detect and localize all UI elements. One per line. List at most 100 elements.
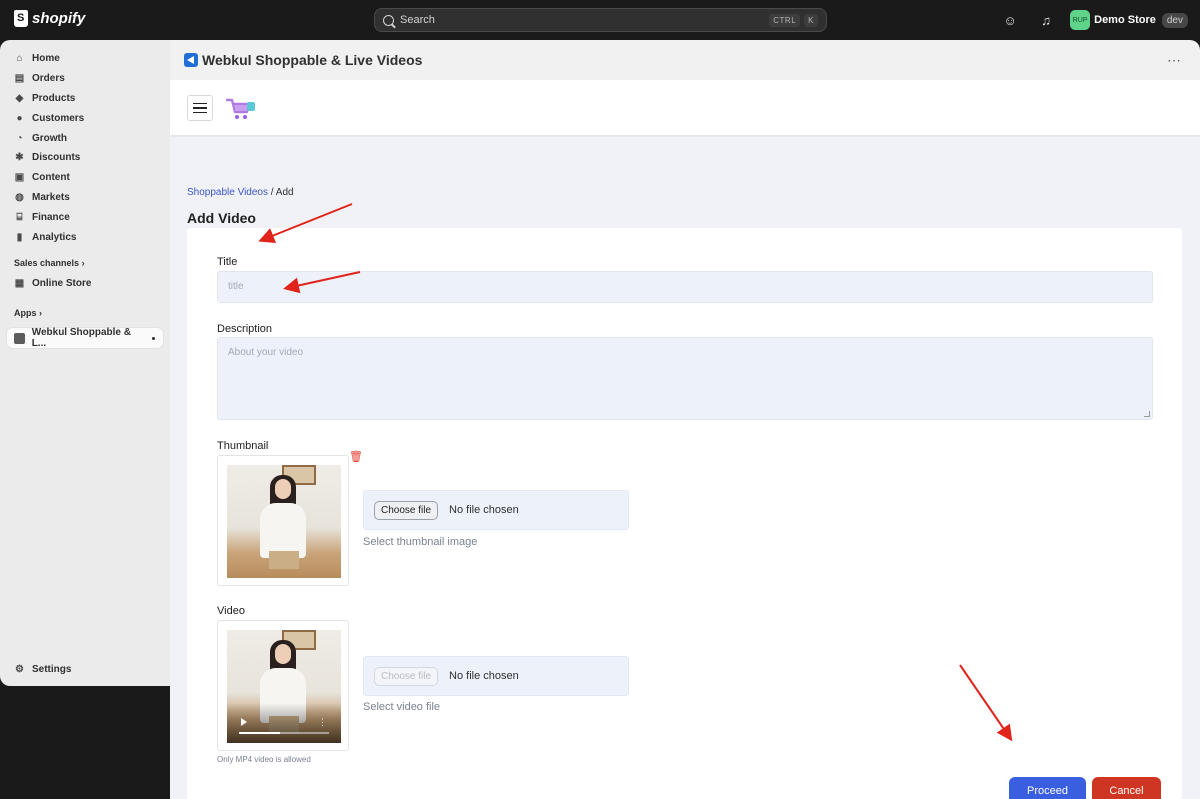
sidebar-item-orders[interactable]: ▤ Orders <box>7 68 163 88</box>
tag-icon: ◆ <box>15 92 24 104</box>
app-icon <box>14 332 25 344</box>
sidebar-item-label: Orders <box>32 72 65 84</box>
sidebar-item-label: Finance <box>32 211 70 223</box>
shortcut-key-k: K <box>804 13 818 27</box>
page-title: Add Video <box>187 210 256 226</box>
sidebar-item-analytics[interactable]: ▮ Analytics <box>7 227 163 247</box>
sidebar-item-online-store[interactable]: ▦ Online Store <box>7 273 163 293</box>
video-format-note: Only MP4 video is allowed <box>217 755 311 764</box>
sidebar-item-customers[interactable]: ● Customers <box>7 108 163 128</box>
app-header: Webkul Shoppable & Live Videos ⋯ <box>170 40 1200 80</box>
bell-icon[interactable]: ♫ <box>1034 8 1058 32</box>
gear-icon: ⚙ <box>15 663 24 675</box>
sidebar-item-webkul-app[interactable]: Webkul Shoppable & L... <box>7 327 163 349</box>
webkul-app-icon <box>184 53 198 67</box>
store-menu[interactable]: RUP Demo Store dev <box>1070 10 1188 30</box>
sidebar-item-discounts[interactable]: ✱ Discounts <box>7 147 163 167</box>
breadcrumb-current: Add <box>275 187 294 198</box>
sidebar-item-products[interactable]: ◆ Products <box>7 88 163 108</box>
video-preview: ⋮ <box>217 620 349 751</box>
video-label: Video <box>217 605 245 617</box>
discount-icon: ✱ <box>15 151 24 163</box>
resize-handle-icon[interactable] <box>1144 411 1150 417</box>
title-label: Title <box>217 256 238 268</box>
main-area: Webkul Shoppable & Live Videos ⋯ Shoppab… <box>170 40 1200 799</box>
sidebar-item-label: Webkul Shoppable & L... <box>31 327 131 349</box>
thumbnail-label: Thumbnail <box>217 440 269 452</box>
search-bar[interactable]: Search CTRL K <box>374 8 827 32</box>
app-content: Shoppable Videos / Add Add Video Title t… <box>170 80 1200 799</box>
more-actions-icon[interactable]: ⋯ <box>1167 52 1182 69</box>
chevron-right-icon: › <box>81 258 85 268</box>
sidebar-item-finance[interactable]: ⌸ Finance <box>7 207 163 227</box>
video-file-input[interactable]: Choose file No file chosen <box>363 656 629 696</box>
delete-thumbnail-icon[interactable]: 🗑 <box>349 452 363 463</box>
sidebar-item-label: Content <box>32 171 70 183</box>
sidekick-icon[interactable]: ☺ <box>998 8 1022 32</box>
description-placeholder: About your video <box>228 347 304 358</box>
sidebar-item-label: Discounts <box>32 151 81 163</box>
app-title: Webkul Shoppable & Live Videos <box>202 52 423 68</box>
sales-channels-heading[interactable]: Sales channels › <box>14 258 85 268</box>
store-name: Demo Store <box>1094 14 1156 26</box>
search-icon <box>383 14 394 26</box>
video-choose-file-button[interactable]: Choose file <box>374 666 439 686</box>
shortcut-key-ctrl: CTRL <box>769 13 801 27</box>
sidebar-item-label: Analytics <box>32 231 77 243</box>
gauge-icon: ◔ <box>16 132 23 144</box>
breadcrumb-separator: / <box>270 187 274 198</box>
bar-chart-icon: ▮ <box>16 231 23 243</box>
shopify-logo[interactable]: shopify <box>14 10 85 27</box>
video-progress-fill <box>239 732 280 734</box>
sidebar-item-markets[interactable]: ◍ Markets <box>7 187 163 207</box>
sidebar-item-label: Customers <box>32 112 85 124</box>
storefront-icon: ▦ <box>14 277 25 289</box>
active-dot-icon <box>152 336 155 340</box>
thumbnail-image <box>227 465 341 578</box>
play-icon[interactable] <box>241 718 247 726</box>
chevron-right-icon: › <box>39 308 43 318</box>
thumbnail-file-input[interactable]: Choose file No file chosen <box>363 490 629 530</box>
dev-badge: dev <box>1161 12 1188 28</box>
add-video-form: Title title Description About your video… <box>187 228 1182 799</box>
cancel-button[interactable]: Cancel <box>1092 777 1161 799</box>
breadcrumb: Shoppable Videos / Add <box>187 187 294 198</box>
shopping-cart-logo-icon <box>226 98 255 119</box>
video-hint: Select video file <box>363 701 441 713</box>
bank-icon: ⌸ <box>16 211 23 223</box>
thumbnail-file-status: No file chosen <box>449 504 519 516</box>
video-player[interactable]: ⋮ <box>227 630 341 743</box>
sales-channels-label: Sales channels <box>14 258 80 268</box>
sidebar: ⌂ Home ▤ Orders ◆ Products ● Customers ◔ Grow… <box>0 40 170 686</box>
thumbnail-choose-file-button[interactable]: Choose file <box>374 500 439 520</box>
apps-heading[interactable]: Apps › <box>14 308 42 318</box>
globe-icon: ◍ <box>15 191 24 203</box>
proceed-button[interactable]: Proceed <box>1009 777 1086 799</box>
store-avatar: RUP <box>1070 10 1091 30</box>
video-options-icon[interactable]: ⋮ <box>318 718 327 727</box>
top-bar: shopify Search CTRL K ☺ ♫ RUP Demo Store… <box>0 0 1200 40</box>
sidebar-item-label: Online Store <box>32 277 92 289</box>
hamburger-menu-icon[interactable] <box>187 95 213 121</box>
shopify-bag-icon <box>14 10 28 27</box>
sidebar-item-home[interactable]: ⌂ Home <box>7 48 163 68</box>
search-label: Search <box>400 14 435 26</box>
sidebar-item-growth[interactable]: ◔ Growth <box>7 128 163 148</box>
sidebar-item-settings[interactable]: ⚙ Settings <box>7 659 163 679</box>
description-textarea[interactable]: About your video <box>217 337 1153 420</box>
inbox-icon: ▤ <box>14 72 25 84</box>
brand-name: shopify <box>32 10 86 27</box>
sidebar-item-label: Markets <box>32 191 70 203</box>
thumbnail-hint: Select thumbnail image <box>363 536 478 548</box>
home-icon: ⌂ <box>16 52 23 64</box>
breadcrumb-link-shoppable-videos[interactable]: Shoppable Videos <box>187 187 268 198</box>
app-toolbar <box>170 80 1200 137</box>
person-icon: ● <box>16 112 23 124</box>
title-input[interactable]: title <box>217 271 1153 303</box>
sidebar-item-content[interactable]: ▣ Content <box>7 167 163 187</box>
video-file-status: No file chosen <box>449 670 519 682</box>
video-progress-bar[interactable] <box>239 732 329 734</box>
apps-label: Apps <box>14 308 37 318</box>
sidebar-item-label: Settings <box>32 663 72 675</box>
sidebar-item-label: Home <box>32 52 60 64</box>
